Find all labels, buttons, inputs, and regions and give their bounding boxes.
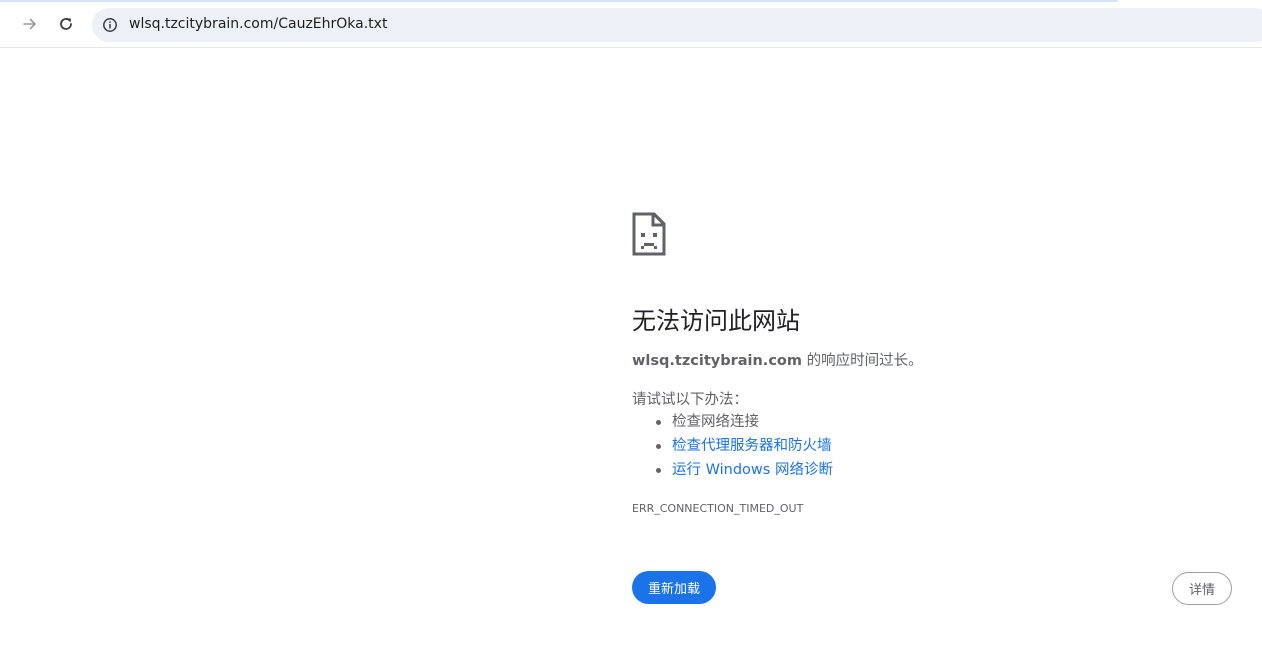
- address-bar[interactable]: wlsq.tzcitybrain.com/CauzEhrOka.txt: [92, 8, 1262, 42]
- error-code: ERR_CONNECTION_TIMED_OUT: [632, 502, 804, 515]
- error-summary-text: 的响应时间过长。: [802, 353, 923, 369]
- sad-page-icon: [632, 212, 666, 256]
- page-title: 无法访问此网站: [632, 307, 800, 335]
- suggestion-label: 检查网络连接: [672, 414, 759, 430]
- error-summary: wlsq.tzcitybrain.com 的响应时间过长。: [632, 349, 923, 370]
- reload-button[interactable]: [51, 9, 81, 39]
- loading-progress-bar: [0, 0, 1118, 2]
- arrow-right-icon: [23, 18, 36, 30]
- suggestion-check-connection: 检查网络连接: [654, 410, 833, 434]
- suggestion-run-diagnostics[interactable]: 运行 Windows 网络诊断: [654, 458, 833, 482]
- check-proxy-link[interactable]: 检查代理服务器和防火墙: [672, 438, 832, 454]
- suggestion-check-proxy[interactable]: 检查代理服务器和防火墙: [654, 434, 833, 458]
- url-text[interactable]: wlsq.tzcitybrain.com/CauzEhrOka.txt: [129, 16, 387, 32]
- error-host: wlsq.tzcitybrain.com: [632, 353, 802, 369]
- reload-page-button[interactable]: 重新加载: [632, 571, 716, 604]
- browser-toolbar: wlsq.tzcitybrain.com/CauzEhrOka.txt: [0, 0, 1262, 48]
- details-button[interactable]: 详情: [1172, 572, 1232, 605]
- suggestions-list: 检查网络连接 检查代理服务器和防火墙 运行 Windows 网络诊断: [654, 410, 833, 482]
- suggestions-label: 请试试以下办法：: [632, 392, 748, 408]
- info-icon[interactable]: [102, 17, 118, 33]
- run-diagnostics-link[interactable]: 运行 Windows 网络诊断: [672, 462, 833, 478]
- forward-button[interactable]: [15, 9, 45, 39]
- reload-icon: [60, 18, 72, 30]
